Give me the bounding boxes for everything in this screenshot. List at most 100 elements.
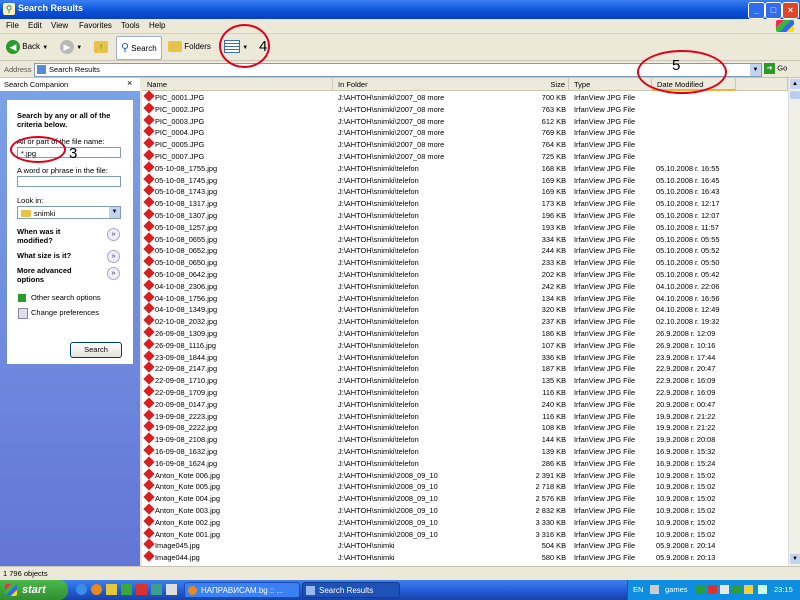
go-button[interactable]: ➜ Go [764,63,787,74]
table-row[interactable]: 16-09-08_1624.jpg J:\AHTOH\snimki\telefon… [142,456,788,470]
table-row[interactable]: 20-09-08_0147.jpg J:\AHTOH\snimki\telefon… [142,397,788,411]
table-row[interactable]: Anton_Kote 001.jpg J:\AHTOH\snimki\2008_0… [142,526,788,541]
table-row[interactable]: 05-10-08_1307.jpg J:\AHTOH\snimki\telefon… [142,208,788,222]
tray-icon-5[interactable] [732,585,741,594]
table-row[interactable]: PIC_0004.JPG J:\AHTOH\snimki\2007_08 more… [142,125,788,139]
file-folder: J:\AHTOH\snimki\telefon [338,364,419,374]
tray-icon[interactable] [650,585,659,594]
when-modified-option[interactable]: When was it modified? [17,227,97,245]
scroll-thumb[interactable] [790,91,800,99]
table-row[interactable]: PIC_0003.JPG J:\AHTOH\snimki\2007_08 more… [142,113,788,128]
expand-size-icon[interactable]: » [107,250,120,263]
table-row[interactable]: PIC_0001.JPG J:\AHTOH\snimki\2007_08 more… [142,90,788,104]
table-row[interactable]: 05-10-08_1755.jpg J:\AHTOH\snimki\telefon… [142,161,788,175]
more-advanced-option[interactable]: More advanced options [17,266,97,284]
other-search-link[interactable]: Other search options [31,293,101,302]
table-row[interactable]: Anton_Kote 003.jpg J:\AHTOH\snimki\2008_0… [142,503,788,517]
search-submit-button[interactable]: Search [70,342,122,358]
table-row[interactable]: 05-10-08_1745.jpg J:\AHTOH\snimki\telefon… [142,172,788,187]
file-name: 05-10-08_1755.jpg [155,163,218,173]
taskbar-item-search[interactable]: Search Results [302,582,400,598]
scroll-up-icon[interactable]: ▲ [790,79,800,89]
quicklaunch-icon-3[interactable] [136,584,147,595]
table-row[interactable]: 02-10-08_2032.jpg J:\AHTOH\snimki\telefon… [142,314,788,328]
table-row[interactable]: 05-10-08_1257.jpg J:\AHTOH\snimki\telefon… [142,220,788,234]
tray-icon-2[interactable] [696,585,705,594]
table-row[interactable]: 05-10-08_0650.jpg J:\AHTOH\snimki\telefon… [142,255,788,269]
tray-icon-3[interactable] [708,585,717,594]
table-row[interactable]: 26-09-08_1116.jpg J:\AHTOH\snimki\telefon… [142,338,788,352]
menu-help[interactable]: Help [149,21,165,30]
file-type: IrfanView JPG File [574,293,636,303]
tray-icon-4[interactable] [720,585,729,594]
address-dropdown-icon[interactable]: ▼ [750,64,761,76]
back-button[interactable]: ◀ Back ▼ [6,38,48,56]
file-folder: J:\AHTOH\snimki\telefon [338,435,419,445]
quicklaunch-icon-5[interactable] [166,584,177,595]
table-row[interactable]: 23-09-08_1844.jpg J:\AHTOH\snimki\telefon… [142,349,788,364]
start-button[interactable]: start [0,580,68,600]
menu-view[interactable]: View [51,21,68,30]
language-indicator[interactable]: EN [633,585,643,594]
table-row[interactable]: 22-09-08_1710.jpg J:\AHTOH\snimki\telefon… [142,373,788,387]
vertical-scrollbar[interactable]: ▲ ▼ [788,78,800,566]
volume-icon[interactable] [758,585,767,594]
up-folder-button[interactable]: ↑ [94,38,108,56]
lookin-dropdown-icon[interactable]: ▼ [109,207,120,218]
quicklaunch-icon-2[interactable] [121,584,132,595]
table-row[interactable]: 05-10-08_0655.jpg J:\AHTOH\snimki\telefon… [142,231,788,246]
table-row[interactable]: 05-10-08_0642.jpg J:\AHTOH\snimki\telefon… [142,267,788,281]
phrase-input[interactable] [17,176,121,187]
table-row[interactable]: Anton_Kote 002.jpg J:\AHTOH\snimki\2008_0… [142,515,788,529]
expand-advanced-icon[interactable]: » [107,267,120,280]
column-header-size[interactable]: Size [526,78,569,91]
start-label: start [22,584,46,596]
table-row[interactable]: 05-10-08_0652.jpg J:\AHTOH\snimki\telefon… [142,243,788,257]
table-row[interactable]: 19-09-08_2222.jpg J:\AHTOH\snimki\telefon… [142,420,788,434]
quicklaunch-icon[interactable] [106,584,117,595]
ie-icon[interactable] [76,584,87,595]
search-button[interactable]: ⚲ Search [116,36,162,60]
table-row[interactable]: 26-09-08_1309.jpg J:\AHTOH\snimki\telefon… [142,326,788,340]
table-row[interactable]: 22-09-08_1709.jpg J:\AHTOH\snimki\telefon… [142,385,788,399]
what-size-option[interactable]: What size is it? [17,251,71,260]
quicklaunch-icon-4[interactable] [151,584,162,595]
menu-edit[interactable]: Edit [28,21,42,30]
change-preferences-link[interactable]: Change preferences [31,308,99,317]
table-row[interactable]: Anton_Kote 005.jpg J:\AHTOH\snimki\2008_0… [142,479,788,493]
menu-favorites[interactable]: Favorites [79,21,112,30]
close-button[interactable]: × [782,2,799,19]
column-header-name[interactable]: Name [142,78,333,91]
table-row[interactable]: 19-09-08_2223.jpg J:\AHTOH\snimki\telefon… [142,408,788,423]
file-date: 26.9.2008 г. 10:16 [656,340,716,350]
table-row[interactable]: 05-10-08_1743.jpg J:\AHTOH\snimki\telefon… [142,184,788,198]
taskbar-item-browser[interactable]: НАПРАВИСАМ.bg :: ... [184,582,300,598]
table-row[interactable]: 04-10-08_1349.jpg J:\AHTOH\snimki\telefon… [142,302,788,316]
forward-button[interactable]: ▶ ▼ [60,38,82,56]
table-row[interactable]: 22-09-08_2147.jpg J:\AHTOH\snimki\telefon… [142,361,788,375]
table-row[interactable]: 04-10-08_2306.jpg J:\AHTOH\snimki\telefon… [142,279,788,293]
expand-when-icon[interactable]: » [107,228,120,241]
table-row[interactable]: 16-09-08_1632.jpg J:\AHTOH\snimki\telefon… [142,444,788,458]
table-row[interactable]: 19-09-08_2108.jpg J:\AHTOH\snimki\telefon… [142,432,788,446]
firefox-icon[interactable] [91,584,102,595]
menu-tools[interactable]: Tools [121,21,140,30]
scroll-down-icon[interactable]: ▼ [790,554,800,564]
maximize-button[interactable]: □ [765,2,782,19]
table-row[interactable]: Anton_Kote 006.jpg J:\AHTOH\snimki\2008_0… [142,467,788,482]
tray-icon-6[interactable] [744,585,753,594]
table-row[interactable]: PIC_0002.JPG J:\AHTOH\snimki\2007_08 more… [142,102,788,116]
table-row[interactable]: PIC_0005.JPG J:\AHTOH\snimki\2007_08 more… [142,137,788,151]
table-row[interactable]: Anton_Kote 004.jpg J:\AHTOH\snimki\2008_0… [142,491,788,505]
folders-button[interactable]: Folders [168,38,211,56]
clock[interactable]: 23:15 [774,585,793,594]
table-row[interactable]: Image045.jpg J:\AHTOH\snimki 504 KB IrfanVi… [142,538,788,552]
table-row[interactable]: 05-10-08_1317.jpg J:\AHTOH\snimki\telefon… [142,196,788,210]
minimize-button[interactable]: _ [748,2,765,19]
table-row[interactable]: 04-10-08_1756.jpg J:\AHTOH\snimki\telefon… [142,290,788,305]
table-row[interactable]: PIC_0007.JPG J:\AHTOH\snimki\2007_08 more… [142,149,788,163]
lookin-select[interactable]: snimki ▼ [17,206,121,219]
table-row[interactable]: Image044.jpg J:\AHTOH\snimki 580 KB IrfanVi… [142,550,788,564]
menu-file[interactable]: File [6,21,19,30]
close-pane-icon[interactable]: × [127,78,132,88]
